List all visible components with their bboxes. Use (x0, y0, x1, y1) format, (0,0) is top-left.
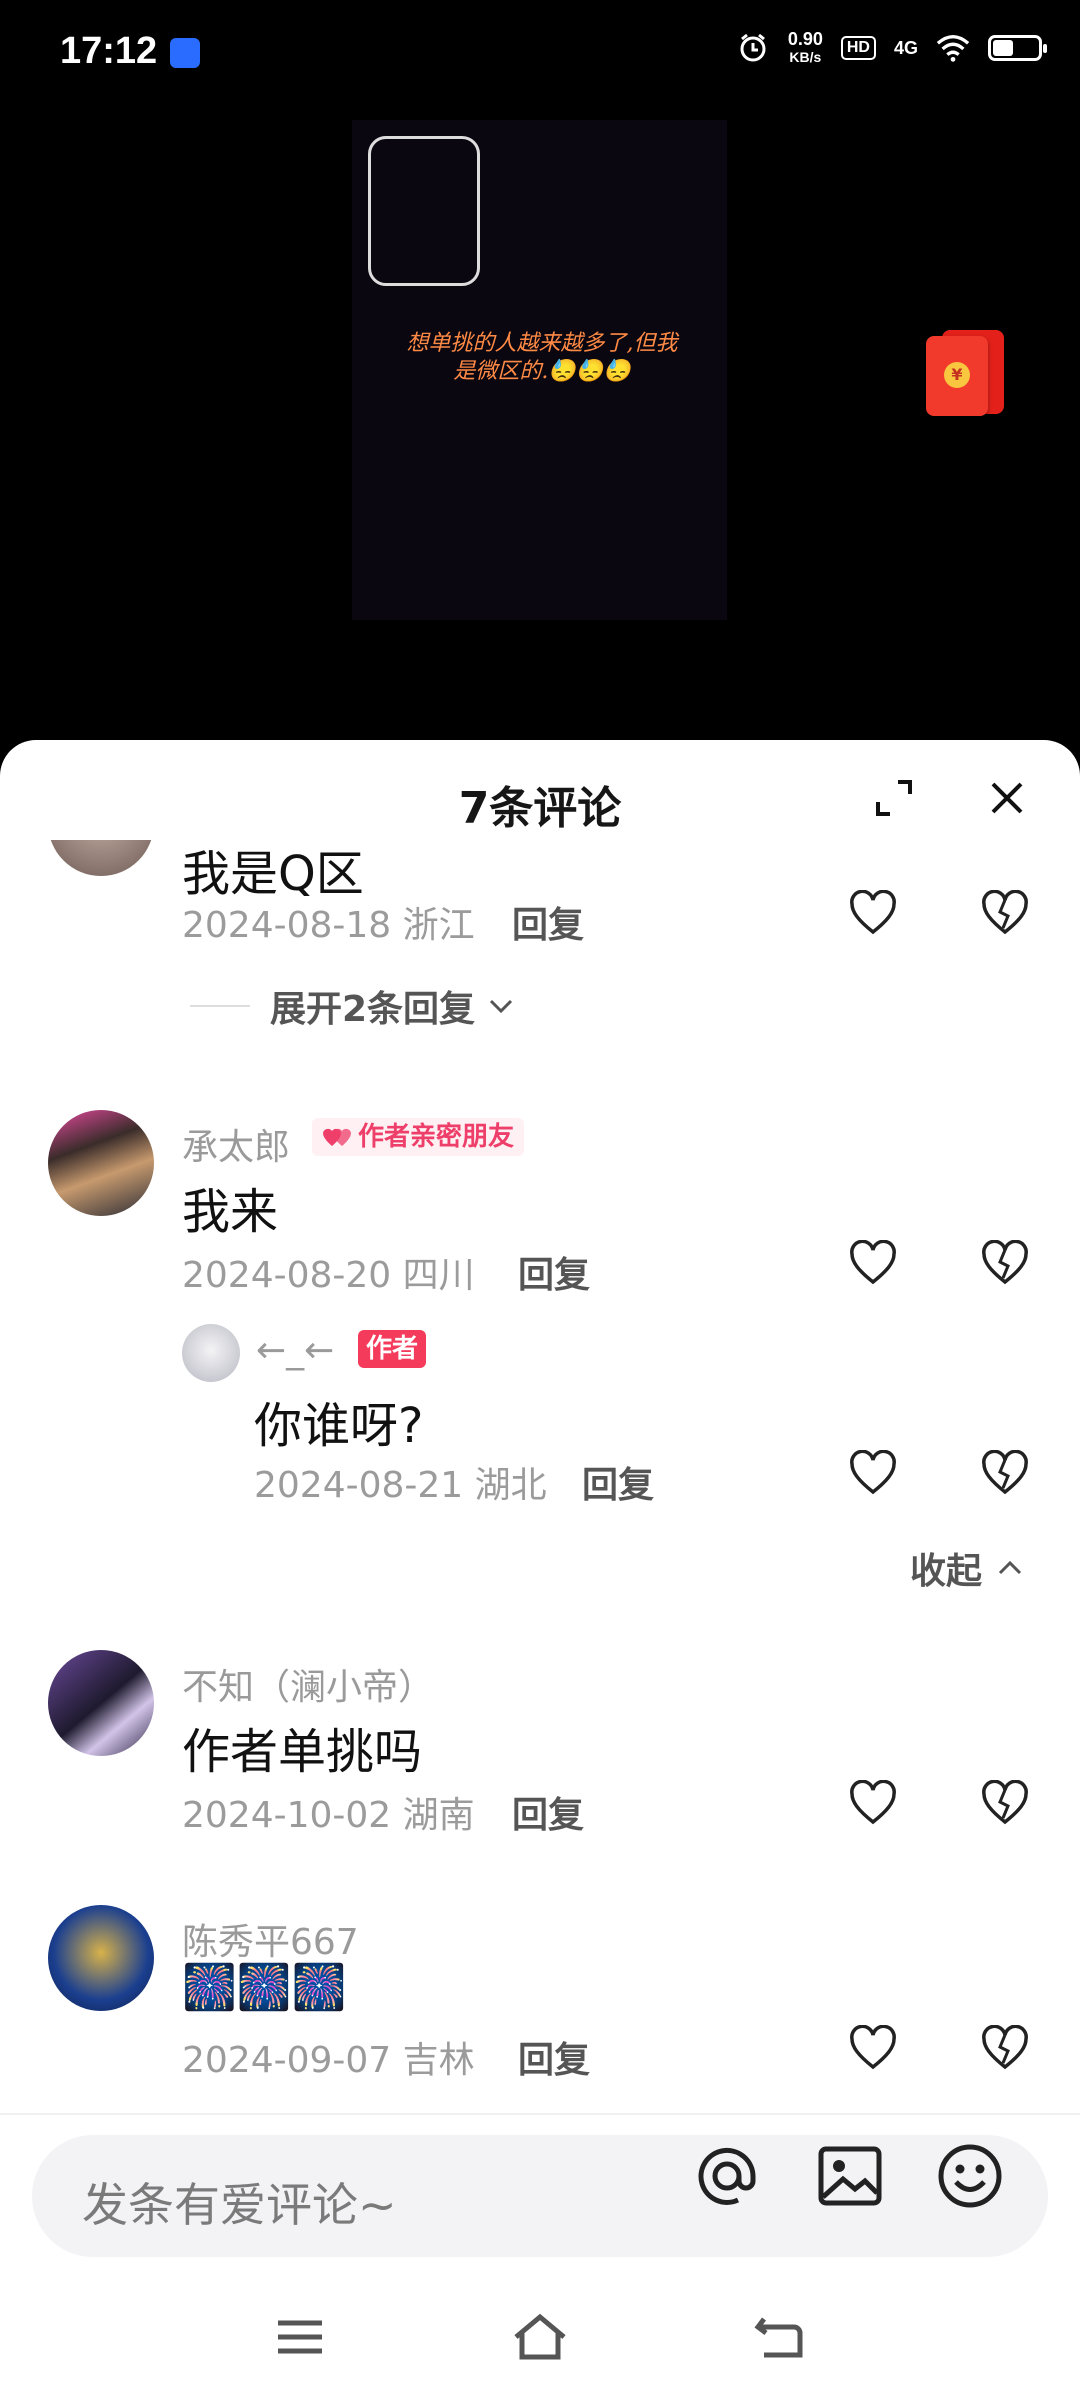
close-icon[interactable] (985, 776, 1029, 820)
hd-icon: HD (840, 36, 876, 60)
comment-text: 作者单挑吗 (182, 1724, 423, 1780)
red-packet-icon[interactable]: ¥ (926, 330, 1004, 416)
video-caption: 想单挑的人越来越多了,但我 是微区的.😓😓😓 (406, 331, 678, 384)
status-icons: 0.90 KB/s HD 4G (736, 29, 1047, 66)
avatar[interactable] (48, 840, 154, 876)
double-heart-icon (323, 1128, 351, 1146)
author-badge: 作者 (358, 1330, 427, 1368)
avatar[interactable] (48, 1650, 154, 1756)
list-item: 陈秀平667 🎆🎆🎆 2024-09-07 吉林 回复 (0, 1905, 1080, 2105)
comment-text: 我是Q区 (182, 846, 364, 902)
status-bar: 17:12 0.90 KB/s HD 4G (0, 0, 1080, 110)
image-icon[interactable] (815, 2141, 885, 2211)
broken-heart-icon[interactable] (980, 2024, 1030, 2071)
home-icon[interactable] (510, 2307, 570, 2367)
alarm-icon (736, 31, 770, 65)
broken-heart-icon[interactable] (980, 1239, 1030, 1286)
comment-meta: 2024-08-21 湖北 (254, 1465, 547, 1506)
expand-icon[interactable] (872, 776, 916, 820)
battery-icon (988, 35, 1047, 61)
broken-heart-icon[interactable] (980, 1779, 1030, 1826)
heart-icon[interactable] (848, 1449, 898, 1496)
wifi-icon (936, 31, 970, 65)
avatar[interactable] (48, 1110, 154, 1216)
avatar[interactable] (48, 1905, 154, 2011)
comment-meta: 2024-08-18 浙江 (182, 905, 475, 946)
menu-icon[interactable] (270, 2307, 330, 2367)
heart-icon[interactable] (848, 2024, 898, 2071)
comment-input-placeholder: 发条有爱评论~ (82, 2178, 397, 2232)
status-time: 17:12 (60, 30, 158, 72)
expand-replies-button[interactable]: 展开2条回复 (190, 980, 519, 1032)
comment-text: 你谁呀? (254, 1398, 424, 1454)
comment-meta: 2024-08-20 四川 (182, 1255, 475, 1296)
heart-icon[interactable] (848, 889, 898, 936)
video-player[interactable]: 想单挑的人越来越多了,但我 是微区的.😓😓😓 (352, 120, 727, 620)
username[interactable]: 不知（澜小帝） (182, 1658, 434, 1710)
comment-meta: 2024-10-02 湖南 (182, 1795, 475, 1836)
net-speed: 0.90 KB/s (787, 29, 823, 65)
reply-button[interactable]: 回复 (582, 1456, 654, 1508)
back-icon[interactable] (750, 2307, 810, 2367)
emoji-icon[interactable] (935, 2141, 1005, 2211)
reply-button[interactable]: 回复 (518, 2031, 590, 2083)
list-item: 不知（澜小帝） 作者单挑吗 2024-10-02 湖南 回复 (0, 1650, 1080, 1850)
chevron-up-icon (998, 1560, 1022, 1575)
comment-meta: 2024-09-07 吉林 (182, 2040, 475, 2081)
username[interactable]: ←_← (256, 1330, 334, 1371)
baidu-app-icon (170, 38, 200, 68)
collapse-replies-button[interactable]: 收起 (910, 1542, 1028, 1594)
signal-4g-icon: 4G (893, 37, 918, 58)
username[interactable]: 陈秀平667 (182, 1913, 359, 1965)
username[interactable]: 承太郎 (182, 1118, 290, 1170)
reply-button[interactable]: 回复 (512, 1786, 584, 1838)
close-friend-badge: 作者亲密朋友 (312, 1118, 525, 1156)
heart-icon[interactable] (848, 1779, 898, 1826)
reply-button[interactable]: 回复 (512, 896, 584, 948)
comment-text: 我来 (182, 1184, 279, 1240)
broken-heart-icon[interactable] (980, 1449, 1030, 1496)
comment-input-bar: 发条有爱评论~ (0, 2113, 1080, 2265)
comment-text: 🎆🎆🎆 (182, 1962, 347, 2013)
broken-heart-icon[interactable] (980, 889, 1030, 936)
list-item: 我是Q区 2024-08-18 浙江 回复 展开2条回复 (0, 840, 1080, 1040)
heart-icon[interactable] (848, 1239, 898, 1286)
avatar[interactable] (182, 1324, 240, 1382)
system-nav-bar (0, 2263, 1080, 2400)
reply-button[interactable]: 回复 (518, 1246, 590, 1298)
comment-list[interactable]: 我是Q区 2024-08-18 浙江 回复 展开2条回复 承太郎 作者亲密朋友 … (0, 840, 1080, 1850)
at-icon[interactable] (692, 2141, 762, 2211)
chevron-down-icon (490, 999, 513, 1014)
video-inner-frame (368, 136, 480, 286)
comment-count-title: 7条评论 (458, 783, 622, 834)
list-item: 承太郎 作者亲密朋友 我来 2024-08-20 四川 回复 ←_← 作者 你谁… (0, 1110, 1080, 1592)
comment-input[interactable]: 发条有爱评论~ (32, 2135, 1048, 2257)
